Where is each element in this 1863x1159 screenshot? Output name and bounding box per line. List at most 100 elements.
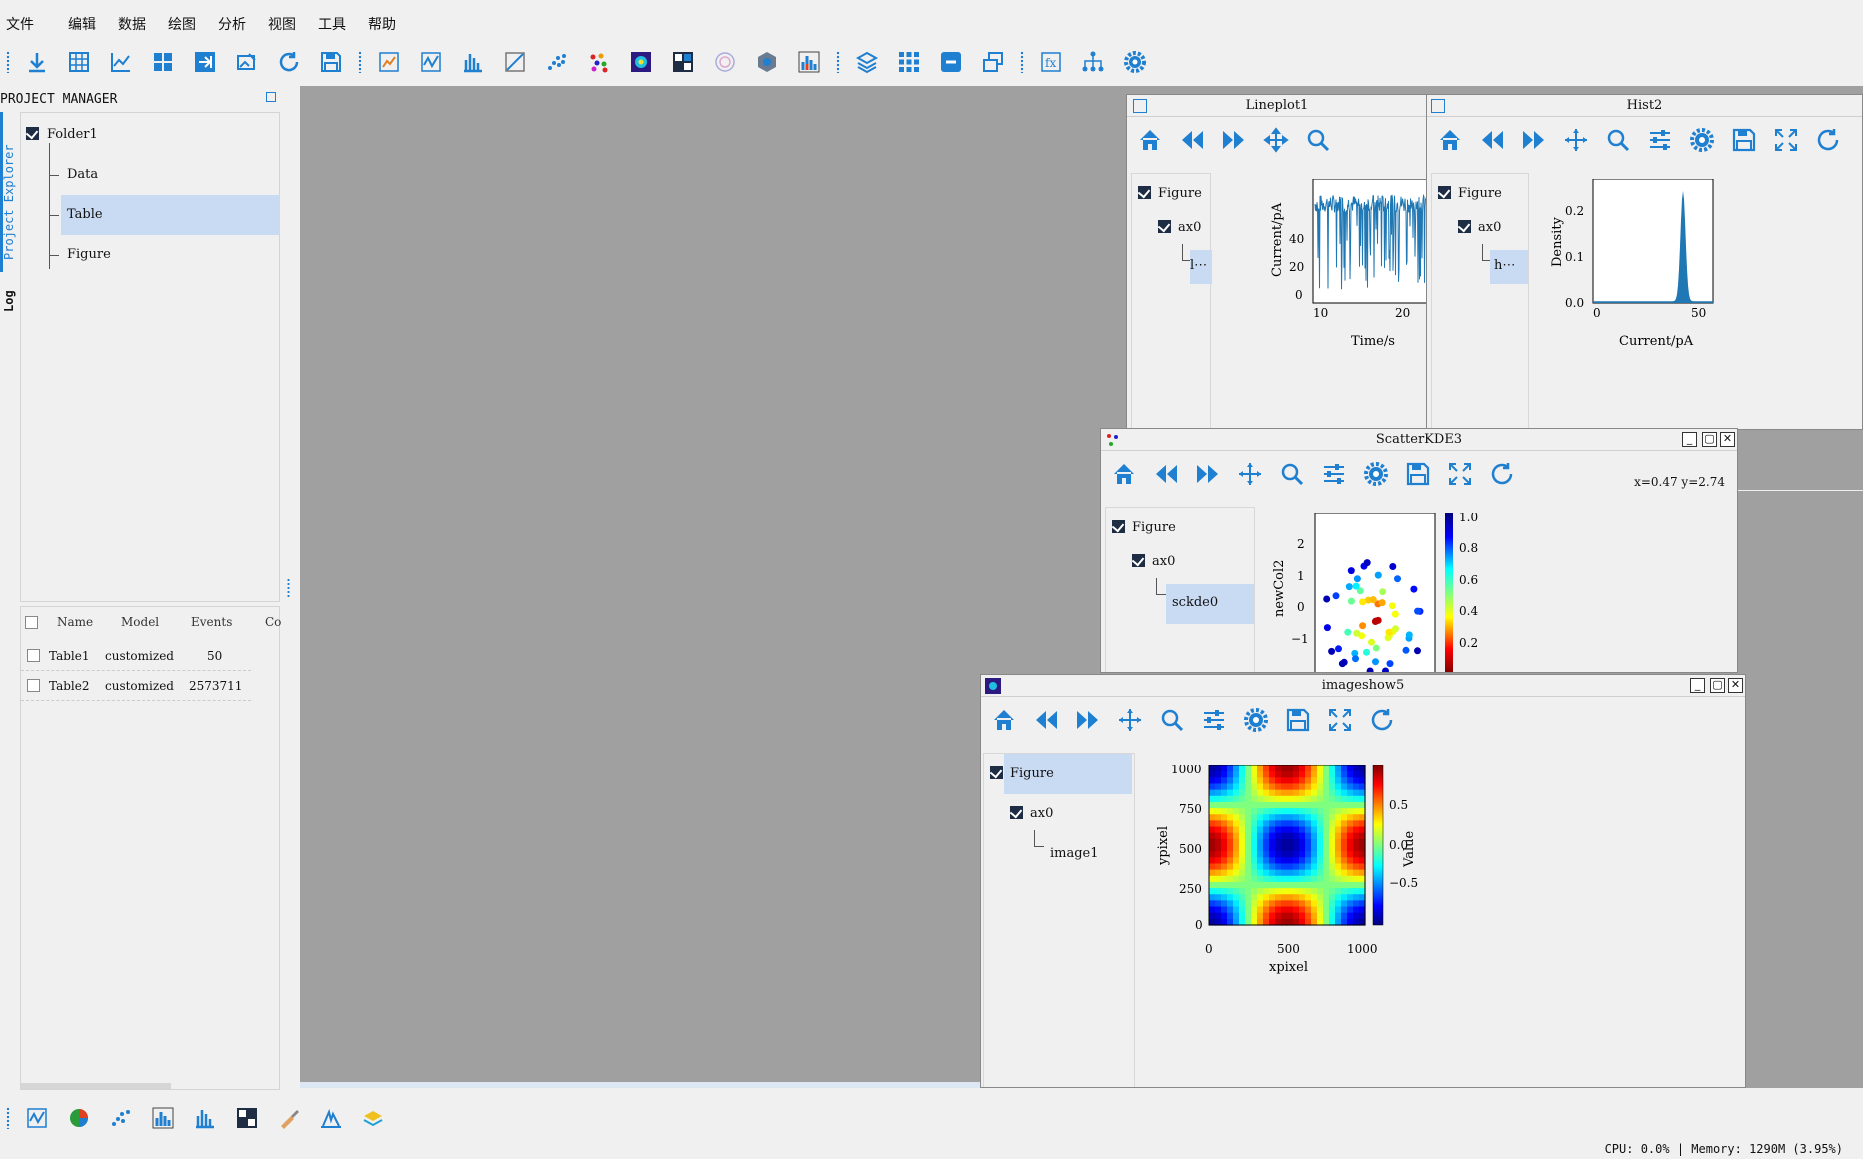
plot-area-icon[interactable] (374, 47, 404, 77)
row-checkbox[interactable] (27, 649, 40, 662)
save-icon[interactable] (316, 47, 346, 77)
home-icon[interactable] (989, 705, 1019, 735)
pan-icon[interactable] (1235, 459, 1265, 489)
forward-icon[interactable] (1519, 125, 1549, 155)
subplot-config-icon[interactable] (1319, 459, 1349, 489)
tree-item-sckde0[interactable]: sckde0 (1166, 584, 1254, 624)
column-header-events[interactable]: Events (191, 615, 232, 629)
menu-tools[interactable]: 工具 (312, 14, 352, 34)
import-icon[interactable] (22, 47, 52, 77)
column-header-model[interactable]: Model (121, 615, 159, 629)
histogram-icon[interactable] (458, 47, 488, 77)
back-icon[interactable] (1177, 125, 1207, 155)
refresh-icon[interactable] (1487, 459, 1517, 489)
lineplot-icon[interactable] (416, 47, 446, 77)
tree-item-ax0[interactable]: ax0 (1178, 220, 1201, 235)
tree-item-figure[interactable]: Figure (1004, 754, 1132, 794)
toolbar-grip[interactable] (6, 51, 10, 73)
diagonal-icon[interactable] (500, 47, 530, 77)
checkbox-icon[interactable] (990, 766, 1003, 779)
line-chart-icon[interactable] (106, 47, 136, 77)
zoom-icon[interactable] (1157, 705, 1187, 735)
hist-window[interactable]: Hist2 Figure ax0 h⋯ 0 50 0.0 0.1 0.2 Cur… (1426, 94, 1863, 430)
checkbox-icon[interactable] (1112, 520, 1125, 533)
minimize-button[interactable]: _ (1690, 678, 1705, 693)
column-header-name[interactable]: Name (57, 615, 93, 629)
menu-edit[interactable]: 编辑 (62, 14, 102, 34)
cascade-icon[interactable] (978, 47, 1008, 77)
image-edit-icon[interactable] (232, 47, 262, 77)
heatmap-icon[interactable] (232, 1103, 262, 1133)
zoom-icon[interactable] (1603, 125, 1633, 155)
back-icon[interactable] (1151, 459, 1181, 489)
toolbar-grip[interactable] (1020, 51, 1024, 73)
forward-icon[interactable] (1073, 705, 1103, 735)
menu-file[interactable]: 文件 (0, 14, 40, 34)
tree-item-hist[interactable]: h⋯ (1490, 250, 1528, 284)
scatter-kde-icon[interactable] (584, 47, 614, 77)
save-icon[interactable] (1729, 125, 1759, 155)
imageshow-icon[interactable] (626, 47, 656, 77)
tree-item-figure[interactable]: Figure (67, 247, 111, 262)
lineplot-icon[interactable] (22, 1103, 52, 1133)
tree-item-figure[interactable]: Figure (1158, 186, 1202, 201)
tree-item-ax0[interactable]: ax0 (1478, 220, 1501, 235)
tree-item-figure[interactable]: Figure (1458, 186, 1502, 201)
checkbox-icon[interactable] (26, 127, 39, 140)
layers-icon[interactable] (852, 47, 882, 77)
select-all-checkbox[interactable] (25, 616, 38, 629)
lineplot-window[interactable]: Lineplot1 Figure ax0 l⋯ 10 20 0 20 40 Ti… (1126, 94, 1428, 430)
menu-analysis[interactable]: 分析 (212, 14, 252, 34)
minimize-button[interactable]: _ (1682, 432, 1697, 447)
tree-item-folder1[interactable]: Folder1 (47, 127, 98, 142)
settings-gear-icon[interactable] (1687, 125, 1717, 155)
save-icon[interactable] (1283, 705, 1313, 735)
tree-item-ax0[interactable]: ax0 (1030, 806, 1053, 821)
fullscreen-icon[interactable] (1771, 125, 1801, 155)
tree-item-data[interactable]: Data (67, 167, 98, 182)
subplot-config-icon[interactable] (1645, 125, 1675, 155)
close-button[interactable]: ✕ (1720, 432, 1735, 447)
layers-color-icon[interactable] (358, 1103, 388, 1133)
heatmap-icon[interactable] (668, 47, 698, 77)
home-icon[interactable] (1109, 459, 1139, 489)
zoom-icon[interactable] (1303, 125, 1333, 155)
checkbox-icon[interactable] (1158, 220, 1171, 233)
scatter-window[interactable]: ScatterKDE3 _ ▢ ✕ x=0.47 y=2.74 Figure a… (1100, 428, 1738, 673)
toolbar-grip[interactable] (836, 51, 840, 73)
tree-item-line[interactable]: l⋯ (1190, 250, 1212, 284)
tab-project-explorer[interactable]: Project Explorer (2, 144, 16, 260)
grid-icon[interactable] (894, 47, 924, 77)
settings-gear-icon[interactable] (1361, 459, 1391, 489)
pan-icon[interactable] (1561, 125, 1591, 155)
float-panel-icon[interactable] (266, 92, 276, 102)
contour-icon[interactable] (710, 47, 740, 77)
zoom-icon[interactable] (1277, 459, 1307, 489)
tree-item-image1[interactable]: image1 (1050, 846, 1099, 861)
horizontal-scrollbar[interactable] (21, 1083, 171, 1089)
checkbox-icon[interactable] (1458, 220, 1471, 233)
maximize-button[interactable]: ▢ (1710, 678, 1725, 693)
pie-chart-icon[interactable] (64, 1103, 94, 1133)
tree-item-figure[interactable]: Figure (1132, 520, 1176, 535)
save-icon[interactable] (1403, 459, 1433, 489)
close-button[interactable]: ✕ (1728, 678, 1743, 693)
subplot-config-icon[interactable] (1199, 705, 1229, 735)
function-icon[interactable]: fx (1036, 47, 1066, 77)
tab-log[interactable]: Log (2, 290, 16, 312)
fullscreen-icon[interactable] (1325, 705, 1355, 735)
bar-chart-icon[interactable] (794, 47, 824, 77)
refresh-icon[interactable] (1813, 125, 1843, 155)
imageshow-window[interactable]: imageshow5 _ ▢ ✕ Figure ax0 image1 0 500 (980, 674, 1746, 1088)
menu-plot[interactable]: 绘图 (162, 14, 202, 34)
brush-icon[interactable] (274, 1103, 304, 1133)
table-row[interactable]: Table1 customized 50 (21, 641, 251, 671)
row-checkbox[interactable] (27, 679, 40, 692)
maximize-button[interactable]: ▢ (1702, 432, 1717, 447)
table-row[interactable]: Table2 customized 2573711 (21, 671, 251, 701)
refresh-icon[interactable] (274, 47, 304, 77)
menu-view[interactable]: 视图 (262, 14, 302, 34)
layout-icon[interactable] (148, 47, 178, 77)
checkbox-icon[interactable] (1132, 554, 1145, 567)
refresh-icon[interactable] (1367, 705, 1397, 735)
